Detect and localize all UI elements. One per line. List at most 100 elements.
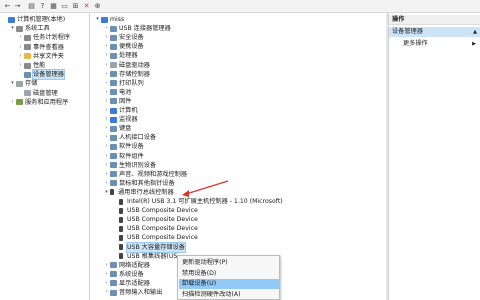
- device_tree-item[interactable]: USB Composite Device: [112, 224, 198, 233]
- expand-icon[interactable]: ›: [103, 261, 110, 270]
- device_tree-item[interactable]: › 系统设备: [103, 270, 144, 279]
- usb-icon: [119, 234, 123, 241]
- left_tree-label: 存储: [25, 80, 38, 88]
- expand-icon[interactable]: ›: [103, 88, 110, 97]
- device_tree-item[interactable]: ▾ 通用串行总线控制器: [103, 188, 173, 197]
- device_tree-item[interactable]: › 固件: [103, 97, 132, 106]
- context-menu-item[interactable]: 卸载设备(U): [179, 279, 279, 290]
- left_tree-item[interactable]: 计算机管理(本地): [1, 15, 65, 24]
- left_tree-item[interactable]: 设备管理器: [17, 69, 65, 81]
- expand-icon[interactable]: ›: [103, 97, 110, 106]
- expand-icon[interactable]: ›: [103, 133, 110, 142]
- expand-icon[interactable]: ›: [103, 115, 110, 124]
- expand-icon[interactable]: ›: [17, 52, 24, 61]
- left_tree-item[interactable]: › 任务计划程序: [17, 33, 71, 42]
- expand-icon[interactable]: ›: [9, 98, 16, 107]
- device_tree-item[interactable]: › 键盘: [103, 124, 132, 133]
- device_tree-item[interactable]: › 打印队列: [103, 79, 144, 88]
- device_tree-item[interactable]: › 安全设备: [103, 33, 144, 42]
- device_tree-item[interactable]: › 计算机: [103, 106, 138, 115]
- device_tree-item[interactable]: USB Composite Device: [112, 233, 198, 242]
- expand-icon[interactable]: ›: [103, 24, 110, 33]
- left_tree-item[interactable]: ▾ 系统工具: [9, 24, 50, 33]
- left_tree-item[interactable]: › 性能: [17, 61, 46, 70]
- expand-icon[interactable]: ›: [103, 79, 110, 88]
- device_tree-label: 声音、视频和游戏控制器: [119, 170, 188, 178]
- device_tree-item[interactable]: › 声音、视频和游戏控制器: [103, 170, 188, 179]
- expand-icon[interactable]: ›: [103, 288, 110, 297]
- delete-icon[interactable]: ✕: [82, 2, 91, 11]
- device_tree-item[interactable]: USB 根集线器(US: [112, 252, 177, 261]
- left_tree-item[interactable]: ▾ 存储: [9, 79, 37, 88]
- device_tree-item[interactable]: › 软件设备: [103, 142, 144, 151]
- context-menu-item[interactable]: 扫描检测硬件改动(A): [179, 290, 279, 300]
- device_tree-label: 安全设备: [119, 34, 144, 42]
- context-menu-item[interactable]: 禁用设备(D): [179, 269, 279, 279]
- expand-icon[interactable]: ›: [103, 33, 110, 42]
- expand-icon[interactable]: ▾: [9, 79, 16, 88]
- device_tree-item[interactable]: › 监视器: [103, 115, 138, 124]
- device_tree-label: 固件: [119, 97, 132, 105]
- device_tree-item[interactable]: › 显示适配器: [103, 279, 150, 288]
- device_tree-label: 显示适配器: [119, 279, 150, 287]
- expand-icon[interactable]: ›: [103, 106, 110, 115]
- device_tree-item[interactable]: USB 大容量存储设备: [112, 241, 186, 253]
- device_tree-item[interactable]: Intel(R) USB 3.1 可扩展主机控制器 - 1.10 (Micros…: [112, 197, 283, 206]
- left_tree-item[interactable]: › 事件查看器: [17, 43, 64, 52]
- context-menu: 更新驱动程序(P) 禁用设备(D) 卸载设备(U) 扫描检测硬件改动(A): [177, 255, 280, 300]
- device_tree-item[interactable]: › 存储控制器: [103, 70, 150, 79]
- device_tree-item[interactable]: › 磁盘驱动器: [103, 61, 150, 70]
- expand-icon[interactable]: ›: [103, 51, 110, 60]
- expand-icon[interactable]: ›: [17, 43, 24, 52]
- download-icon[interactable]: ⊕: [93, 2, 102, 11]
- actions-more[interactable]: 更多操作: [403, 39, 428, 49]
- expand-icon[interactable]: ▾: [94, 15, 101, 24]
- device_tree-item[interactable]: ▾ miss: [94, 15, 124, 24]
- left_tree-item[interactable]: › 服务和应用程序: [9, 98, 69, 107]
- expand-icon[interactable]: ›: [17, 33, 24, 42]
- monitor-icon[interactable]: ▭: [60, 2, 69, 11]
- device_tree-item[interactable]: › USB 连接器管理器: [103, 24, 171, 33]
- device_tree-item[interactable]: › 处理器: [103, 51, 138, 60]
- collapse-icon[interactable]: ▲: [473, 27, 477, 37]
- device_tree-item[interactable]: › 音频输入和输出: [103, 288, 163, 297]
- properties-icon[interactable]: ▤: [27, 2, 36, 11]
- back-icon[interactable]: ←: [3, 2, 12, 11]
- dev-icon: [110, 34, 117, 41]
- actions-device-manager[interactable]: 设备管理器 ▲: [389, 27, 480, 37]
- expand-icon[interactable]: ▾: [9, 24, 16, 33]
- forward-icon[interactable]: →: [13, 2, 22, 11]
- device_tree-item[interactable]: › 生物识别设备: [103, 161, 157, 170]
- expand-icon[interactable]: ›: [103, 279, 110, 288]
- device_tree-item[interactable]: USB Composite Device: [112, 215, 198, 224]
- device_tree-item[interactable]: USB Composite Device: [112, 206, 198, 215]
- usb-icon: [119, 225, 123, 232]
- device_tree-item[interactable]: › 便携设备: [103, 42, 144, 51]
- expand-icon[interactable]: ›: [17, 61, 24, 70]
- device_tree-item[interactable]: › 网络适配器: [103, 261, 150, 270]
- dev-icon: [110, 71, 117, 78]
- device_tree-item[interactable]: › 人机接口设备: [103, 133, 157, 142]
- expand-icon[interactable]: ›: [103, 161, 110, 170]
- expand-icon[interactable]: ›: [103, 70, 110, 79]
- expand-icon[interactable]: ›: [103, 170, 110, 179]
- device_tree-item[interactable]: › 电池: [103, 88, 132, 97]
- expand-icon[interactable]: ›: [103, 61, 110, 70]
- scan-icon[interactable]: ▦: [49, 2, 58, 11]
- left_tree-item[interactable]: › 共享文件夹: [17, 52, 64, 61]
- help-icon[interactable]: ?: [38, 2, 47, 11]
- expand-icon[interactable]: ›: [103, 42, 110, 51]
- device_tree-item[interactable]: › 软件组件: [103, 152, 144, 161]
- expand-icon[interactable]: ›: [103, 270, 110, 279]
- dev-icon: [110, 43, 117, 50]
- context-menu-item[interactable]: 更新驱动程序(P): [179, 258, 279, 268]
- expand-icon[interactable]: ▾: [103, 188, 110, 197]
- device_tree-item[interactable]: › 鼠标和其他指针设备: [103, 179, 175, 188]
- left_tree-label: 事件查看器: [33, 43, 64, 51]
- driver-icon[interactable]: ⊞: [71, 2, 80, 11]
- expand-icon[interactable]: ›: [103, 124, 110, 133]
- expand-icon[interactable]: ›: [103, 142, 110, 151]
- left_tree-item[interactable]: 磁盘管理: [17, 89, 58, 98]
- expand-icon[interactable]: ›: [103, 179, 110, 188]
- expand-icon[interactable]: ›: [103, 152, 110, 161]
